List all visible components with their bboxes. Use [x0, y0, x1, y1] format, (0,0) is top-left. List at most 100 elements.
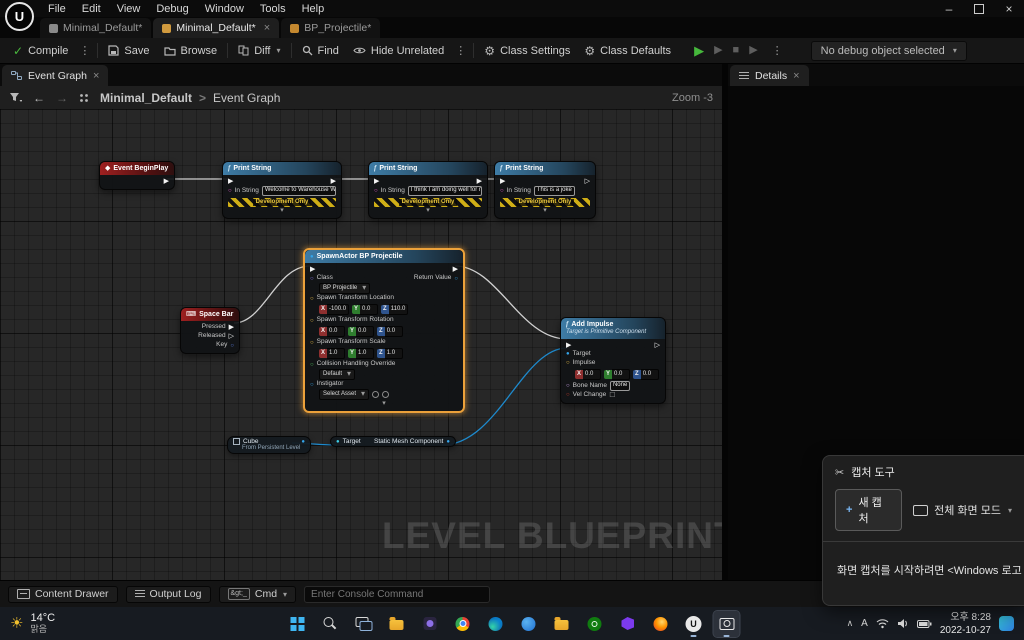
advanced-pins-chevron-icon[interactable]: ▾: [372, 207, 484, 215]
bone-name-pin[interactable]: ○: [566, 383, 570, 389]
return-value-pin[interactable]: ○: [454, 276, 458, 282]
exec-out-pin[interactable]: ▷: [585, 178, 590, 185]
wifi-icon[interactable]: [876, 618, 889, 629]
browse-asset-icon[interactable]: [382, 391, 389, 398]
debug-object-dropdown[interactable]: No debug object selected ▾: [811, 41, 967, 61]
unreal-logo-icon[interactable]: U: [5, 2, 34, 31]
browse-button[interactable]: Browse: [157, 40, 225, 62]
exec-in-pin[interactable]: ▶: [500, 178, 505, 185]
class-settings-button[interactable]: ⚙ Class Settings: [477, 40, 577, 62]
volume-icon[interactable]: [897, 618, 909, 629]
impulse-x-field[interactable]: 0.0: [583, 369, 601, 380]
vel-change-pin[interactable]: ○: [566, 392, 570, 398]
advanced-pins-chevron-icon[interactable]: ▾: [498, 207, 592, 215]
start-button[interactable]: [285, 611, 311, 637]
impulse-z-field[interactable]: 0.0: [641, 369, 659, 380]
chrome-button[interactable]: [450, 611, 476, 637]
menu-help[interactable]: Help: [294, 3, 333, 15]
use-selected-asset-icon[interactable]: [372, 391, 379, 398]
rotation-x-field[interactable]: 0.0: [327, 326, 345, 337]
task-view-button[interactable]: [351, 611, 377, 637]
node-cube-reference[interactable]: Cube ● From Persistent Level: [227, 436, 311, 454]
edge-button[interactable]: [483, 611, 509, 637]
node-print-string-1[interactable]: f Print String ▶▶ ○In StringWelcome to W…: [222, 161, 342, 219]
node-print-string-2[interactable]: f Print String ▶▶ ○In StringI think I am…: [368, 161, 488, 219]
location-y-field[interactable]: 0.0: [360, 304, 378, 315]
class-pin[interactable]: ○: [310, 276, 314, 282]
released-exec-pin[interactable]: ▷: [229, 333, 234, 340]
string-pin[interactable]: ○: [228, 188, 232, 194]
tab-event-graph[interactable]: Event Graph ×: [2, 65, 108, 86]
collision-dropdown[interactable]: Default▾: [319, 369, 355, 380]
class-defaults-button[interactable]: ⚙ Class Defaults: [577, 40, 678, 62]
node-print-string-3[interactable]: f Print String ▶▷ ○In StringThis is a jo…: [494, 161, 596, 219]
hide-unrelated-options-kebab-icon[interactable]: ⋮: [451, 44, 470, 57]
node-add-impulse[interactable]: fAdd Impulse Target is Primitive Compone…: [560, 317, 666, 404]
bone-name-field[interactable]: None: [610, 381, 630, 391]
scale-pin[interactable]: ○: [310, 340, 314, 346]
target-pin[interactable]: ●: [566, 351, 570, 357]
collision-pin[interactable]: ○: [310, 362, 314, 368]
tab-close-icon[interactable]: ×: [264, 22, 270, 34]
exec-out-pin[interactable]: ▶: [477, 178, 482, 185]
exec-in-pin[interactable]: ▶: [566, 342, 571, 349]
play-button[interactable]: ▶: [694, 44, 704, 57]
tray-expand-chevron-icon[interactable]: ∧: [847, 618, 854, 629]
instigator-asset-dropdown[interactable]: Select Asset▾: [319, 389, 369, 400]
unreal-engine-button[interactable]: U: [681, 611, 707, 637]
save-button[interactable]: Save: [101, 40, 156, 62]
string-value-field[interactable]: This is a joke: [534, 186, 575, 196]
capture-mode-dropdown[interactable]: 전체 화면 모드 ▾: [913, 502, 1012, 518]
back-arrow-icon[interactable]: ←: [33, 91, 45, 105]
target-in-pin[interactable]: ●: [336, 439, 340, 445]
output-log-button[interactable]: Output Log: [126, 586, 211, 603]
rotation-y-field[interactable]: 0.0: [356, 326, 374, 337]
bookmarks-icon[interactable]: [79, 93, 89, 103]
menu-window[interactable]: Window: [197, 3, 252, 15]
new-capture-button[interactable]: + 새 캡처: [835, 489, 902, 531]
graph-filter-icon[interactable]: [9, 92, 22, 103]
menu-view[interactable]: View: [109, 3, 149, 15]
node-event-beginplay[interactable]: ◆ Event BeginPlay ▶: [99, 161, 175, 190]
exec-in-pin[interactable]: ▶: [228, 178, 233, 185]
blue-app-button[interactable]: [516, 611, 542, 637]
exec-out-pin[interactable]: ▷: [655, 342, 660, 349]
compile-button[interactable]: ✓ Compile: [6, 40, 75, 62]
snipping-tool-button[interactable]: [714, 611, 740, 637]
find-button[interactable]: Find: [295, 40, 346, 62]
tab-close-icon[interactable]: ×: [93, 70, 99, 82]
scale-x-field[interactable]: 1.0: [327, 348, 345, 359]
vel-change-checkbox[interactable]: ☐: [609, 392, 615, 399]
minimize-icon[interactable]: –: [934, 0, 964, 17]
class-select-dropdown[interactable]: BP Projectile▾: [319, 283, 370, 294]
rotation-z-field[interactable]: 0.0: [385, 326, 403, 337]
breadcrumb-graph-name[interactable]: Event Graph: [213, 91, 280, 105]
purple-app-button[interactable]: [417, 611, 443, 637]
firefox-button[interactable]: [648, 611, 674, 637]
string-pin[interactable]: ○: [500, 188, 504, 194]
event-graph-canvas[interactable]: LEVEL BLUEPRINT ◆ Event BeginPlay ▶ f: [0, 109, 722, 580]
maximize-icon[interactable]: [964, 0, 994, 17]
tab-details[interactable]: Details ×: [730, 65, 809, 86]
file-explorer-button[interactable]: [384, 611, 410, 637]
cube-out-pin[interactable]: ●: [301, 439, 305, 445]
console-input[interactable]: [304, 586, 490, 603]
component-out-pin[interactable]: ●: [446, 439, 450, 445]
compile-options-kebab-icon[interactable]: ⋮: [75, 44, 94, 57]
tab-level-minimal-default[interactable]: Minimal_Default*: [40, 18, 151, 38]
advanced-pins-chevron-icon[interactable]: ▾: [308, 400, 460, 408]
hide-unrelated-button[interactable]: Hide Unrelated: [346, 40, 451, 62]
scale-y-field[interactable]: 1.0: [356, 348, 374, 359]
close-icon[interactable]: ×: [994, 0, 1024, 17]
clock[interactable]: 오후 8:28 2022-10-27: [940, 611, 991, 637]
impulse-y-field[interactable]: 0.0: [612, 369, 630, 380]
location-x-field[interactable]: -100.0: [327, 304, 349, 315]
exec-out-pin[interactable]: ▶: [331, 178, 336, 185]
xbox-button[interactable]: [582, 611, 608, 637]
menu-debug[interactable]: Debug: [148, 3, 196, 15]
exec-in-pin[interactable]: ▶: [374, 178, 379, 185]
content-drawer-button[interactable]: Content Drawer: [8, 586, 118, 603]
string-value-field[interactable]: Welcome to Warehouse Wreckage!: [262, 186, 336, 196]
string-pin[interactable]: ○: [374, 188, 378, 194]
exec-out-pin[interactable]: ▶: [453, 266, 458, 273]
